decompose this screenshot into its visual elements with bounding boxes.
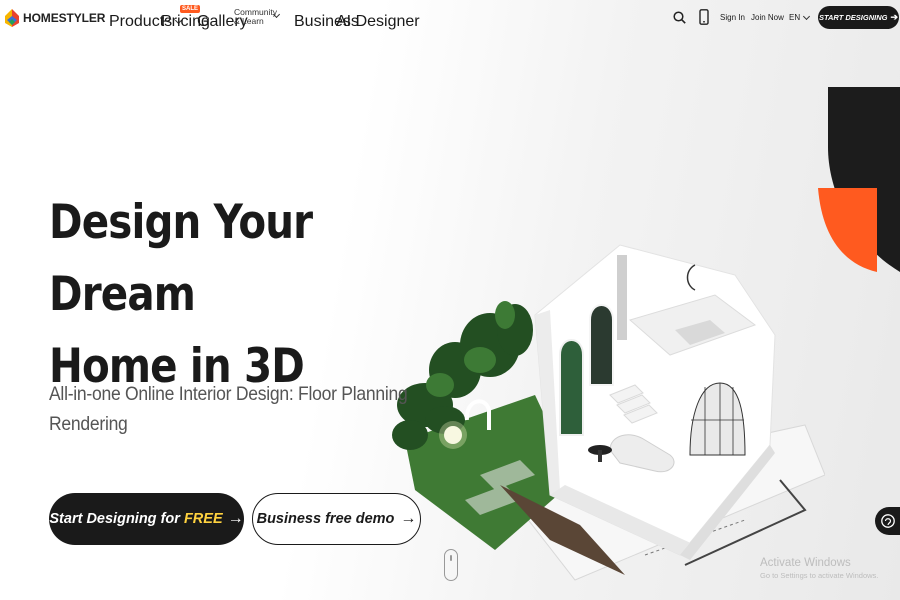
sale-badge: SALE — [180, 5, 201, 13]
hero-title: Design Your Dream Home in 3D — [49, 187, 410, 403]
arrow-right-icon: → — [400, 510, 417, 527]
nav-community-line2: & Learn — [234, 16, 264, 26]
help-button[interactable] — [875, 507, 900, 535]
sign-in-label: Sign In — [720, 13, 745, 22]
watermark-line1: Activate Windows — [760, 557, 851, 569]
business-demo-button[interactable]: Business free demo → — [252, 493, 421, 545]
scroll-mouse-icon[interactable] — [444, 549, 458, 581]
hero-subtitle-line2: Rendering — [49, 413, 128, 435]
start-designing-free-label: Start Designing for FREE — [49, 511, 222, 527]
join-now-label: Join Now — [751, 13, 784, 22]
nav-ai-designer[interactable]: AI Designer — [336, 13, 420, 31]
logo-icon — [5, 9, 19, 27]
hero-subtitle-line1: All-in-one Online Interior Design: Floor… — [49, 383, 408, 405]
start-designing-button[interactable]: START DESIGNING ➔ — [818, 6, 899, 29]
brand-logo[interactable]: HOMESTYLER — [4, 8, 105, 28]
business-demo-label: Business free demo — [256, 511, 395, 527]
house-3d-illustration — [392, 244, 825, 581]
brand-name: HOMESTYLER — [23, 11, 106, 25]
join-now-link[interactable]: Join Now — [751, 13, 784, 22]
start-designing-label: START DESIGNING — [818, 13, 888, 22]
arrow-right-icon: → — [227, 510, 244, 527]
language-selector[interactable]: EN — [789, 12, 811, 22]
watermark-line2: Go to Settings to activate Windows. — [760, 571, 879, 580]
arrow-right-icon: ➔ — [890, 12, 899, 22]
phone-icon[interactable] — [699, 9, 709, 25]
language-label: EN — [789, 13, 801, 22]
chevron-down-icon — [803, 12, 811, 20]
help-icon — [880, 514, 895, 528]
hero-subtitle: All-in-one Online Interior Design: Floor… — [49, 379, 427, 439]
top-nav-bar: HOMESTYLER Products Pricing SALE Gallery… — [0, 0, 900, 36]
os-activation-watermark: Activate Windows Go to Settings to activ… — [760, 557, 878, 580]
hero-title-line1: Design Your Dream — [49, 195, 313, 322]
free-highlight: FREE — [183, 511, 223, 527]
start-designing-free-prefix: Start Designing for — [49, 511, 184, 527]
nav-ai-designer-label: AI Designer — [336, 13, 420, 30]
decorative-orange-shape — [818, 188, 877, 272]
sign-in-link[interactable]: Sign In — [720, 13, 745, 22]
nav-community[interactable]: Community & Learn — [234, 8, 277, 26]
start-designing-free-button[interactable]: Start Designing for FREE → — [49, 493, 244, 545]
search-icon[interactable] — [673, 11, 686, 24]
